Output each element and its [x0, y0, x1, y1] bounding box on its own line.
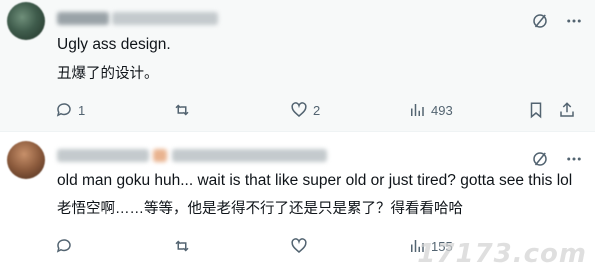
reply-count: 1: [78, 102, 86, 118]
blurred-handle: [112, 12, 218, 25]
reply-icon: [56, 103, 71, 117]
share-button[interactable]: [558, 101, 576, 119]
reply-button[interactable]: [55, 237, 78, 255]
blurred-username: [57, 149, 149, 162]
grok-icon[interactable]: [531, 150, 549, 168]
post-translation: 丑爆了的设计。: [57, 66, 159, 82]
repost-button[interactable]: [173, 237, 196, 255]
post-text: Ugly ass design.: [57, 36, 171, 53]
reply-icon: [56, 239, 71, 253]
heart-icon: [291, 238, 307, 253]
bookmark-button[interactable]: [527, 101, 545, 119]
views-icon: [411, 104, 424, 116]
more-icon[interactable]: [565, 150, 583, 168]
heart-icon: [291, 102, 307, 117]
share-icon: [560, 102, 574, 117]
blurred-emoji: [153, 149, 167, 162]
like-button[interactable]: 2: [290, 101, 320, 119]
avatar[interactable]: [7, 2, 45, 40]
post-text: old man goku huh... wait is that like su…: [57, 172, 573, 189]
view-count: 493: [431, 102, 453, 118]
blurred-username: [57, 12, 109, 25]
repost-icon: [175, 240, 189, 252]
repost-icon: [175, 104, 189, 116]
bookmark-icon: [530, 102, 542, 119]
like-count: 2: [313, 102, 321, 118]
post-translation: 老悟空啊……等等，他是老得不行了还是只是累了？得看看哈哈: [57, 201, 463, 217]
reply-post[interactable]: old man goku huh... wait is that like su…: [0, 131, 595, 273]
views-button[interactable]: 493: [408, 101, 453, 119]
avatar[interactable]: [7, 141, 45, 179]
blurred-handle: [172, 149, 327, 162]
reply-button[interactable]: 1: [55, 101, 85, 119]
repost-button[interactable]: [173, 101, 196, 119]
reply-post[interactable]: Ugly ass design. 丑爆了的设计。 1 2 493: [0, 0, 595, 131]
site-watermark: 17173.com: [417, 239, 587, 269]
grok-icon[interactable]: [531, 12, 549, 30]
more-icon[interactable]: [565, 12, 583, 30]
like-button[interactable]: [290, 237, 313, 255]
